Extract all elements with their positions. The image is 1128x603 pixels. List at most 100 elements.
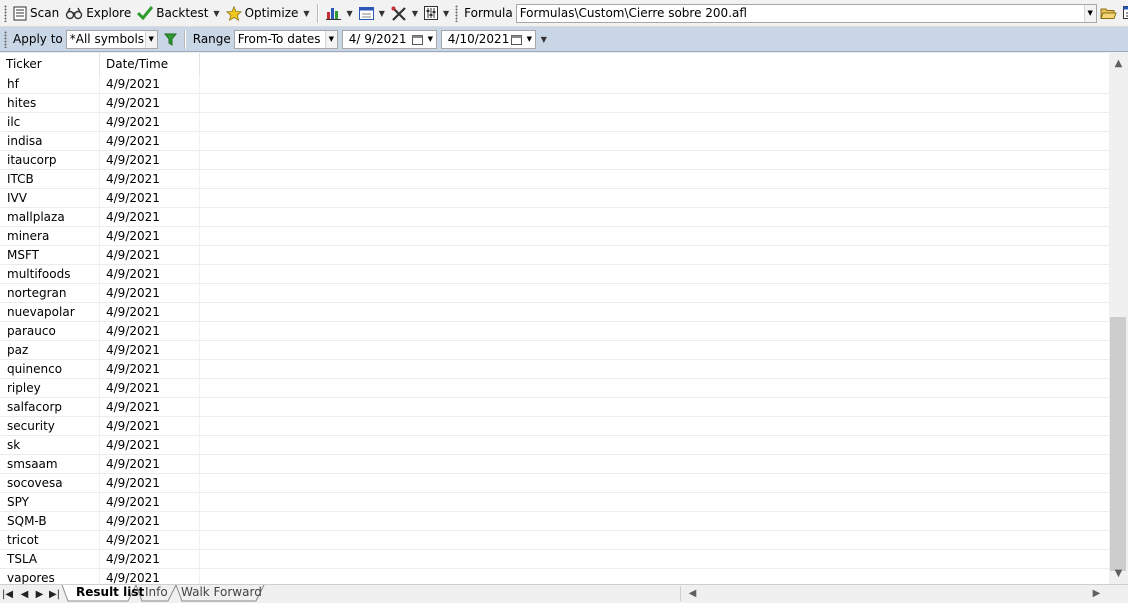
table-row[interactable]: tricot 4/9/2021 (0, 531, 1109, 550)
table-row[interactable]: nortegran 4/9/2021 (0, 284, 1109, 303)
ticker-cell: hf (0, 75, 100, 93)
table-row[interactable]: hites 4/9/2021 (0, 94, 1109, 113)
calendar-icon[interactable] (510, 34, 522, 45)
table-row[interactable]: SQM-B 4/9/2021 (0, 512, 1109, 531)
tools-icon (391, 6, 406, 21)
table-row[interactable]: socovesa 4/9/2021 (0, 474, 1109, 493)
ticker-cell: minera (0, 227, 100, 245)
table-row[interactable]: itaucorp 4/9/2021 (0, 151, 1109, 170)
calendar-icon[interactable] (411, 34, 423, 45)
apply-to-select[interactable]: *All symbols ▼ (65, 29, 158, 49)
charts-dropdown-icon[interactable]: ▼ (347, 9, 353, 18)
first-tab-icon[interactable]: |◀ (1, 585, 14, 603)
chevron-down-icon[interactable]: ▼ (324, 30, 337, 48)
table-row[interactable]: hf 4/9/2021 (0, 75, 1109, 94)
table-row[interactable]: ITCB 4/9/2021 (0, 170, 1109, 189)
column-header-ticker[interactable]: Ticker (0, 53, 100, 75)
star-icon (225, 5, 242, 21)
ticker-cell: socovesa (0, 474, 100, 492)
backtest-dropdown-icon[interactable]: ▼ (213, 9, 219, 18)
range-value: From-To dates (237, 32, 321, 46)
chevron-down-icon[interactable]: ▼ (1083, 4, 1096, 22)
next-tab-icon[interactable]: ▶ (33, 585, 46, 603)
optimize-button[interactable]: Optimize ▼ (223, 2, 313, 24)
ticker-cell: SPY (0, 493, 100, 511)
optimize-dropdown-icon[interactable]: ▼ (303, 9, 309, 18)
table-row[interactable]: ilc 4/9/2021 (0, 113, 1109, 132)
to-date-picker[interactable]: 4/10/2021 ▼ (440, 29, 536, 49)
table-row[interactable]: mallplaza 4/9/2021 (0, 208, 1109, 227)
table-row[interactable]: nuevapolar 4/9/2021 (0, 303, 1109, 322)
scan-button[interactable]: Scan (10, 2, 62, 24)
scroll-right-icon[interactable]: ▶ (1087, 585, 1106, 601)
edit-formula-button[interactable] (1120, 2, 1128, 24)
column-header-datetime[interactable]: Date/Time (100, 53, 200, 75)
horizontal-scrollbar[interactable]: ◀ ▶ (680, 586, 1108, 601)
result-rows: hf 4/9/2021 hites 4/9/2021 ilc 4/9/2021 indisa… (0, 75, 1109, 584)
filter-button[interactable] (161, 28, 180, 50)
tab-walk-forward[interactable]: Walk Forward (177, 585, 266, 602)
formula-combo[interactable]: Formulas\Custom\Cierre sobre 200.afl ▼ (515, 3, 1097, 23)
scroll-down-icon[interactable]: ▼ (1109, 565, 1128, 582)
table-row[interactable]: quinenco 4/9/2021 (0, 360, 1109, 379)
datetime-cell: 4/9/2021 (100, 455, 200, 473)
charts-button[interactable]: ▼ (323, 2, 356, 24)
table-row[interactable]: TSLA 4/9/2021 (0, 550, 1109, 569)
chevron-down-icon[interactable]: ▼ (144, 30, 157, 48)
datetime-cell: 4/9/2021 (100, 322, 200, 340)
scroll-left-icon[interactable]: ◀ (683, 585, 702, 601)
range-select[interactable]: From-To dates ▼ (233, 29, 338, 49)
open-formula-button[interactable] (1097, 2, 1120, 24)
chevron-down-icon[interactable]: ▼ (424, 30, 436, 48)
toolbar-grip[interactable] (4, 4, 7, 22)
table-row[interactable]: vapores 4/9/2021 (0, 569, 1109, 584)
ticker-cell: MSFT (0, 246, 100, 264)
apply-to-label: Apply to (13, 32, 63, 46)
datetime-cell: 4/9/2021 (100, 189, 200, 207)
to-date-value: 4/10/2021 (447, 32, 510, 46)
chevron-down-icon[interactable]: ▼ (523, 30, 535, 48)
table-row[interactable]: smsaam 4/9/2021 (0, 455, 1109, 474)
backtest-button[interactable]: Backtest ▼ (134, 2, 222, 24)
from-date-picker[interactable]: 4/ 9/2021 ▼ (341, 29, 437, 49)
table-row[interactable]: minera 4/9/2021 (0, 227, 1109, 246)
table-row[interactable]: multifoods 4/9/2021 (0, 265, 1109, 284)
tab-info[interactable]: Info (141, 585, 172, 602)
table-row[interactable]: salfacorp 4/9/2021 (0, 398, 1109, 417)
filter-toolbar-grip[interactable] (4, 30, 7, 48)
vertical-scrollbar[interactable]: ▲ ▼ (1109, 53, 1128, 584)
parameters-button[interactable] (421, 2, 441, 24)
datetime-cell: 4/9/2021 (100, 151, 200, 169)
scrollbar-thumb[interactable] (1110, 317, 1126, 571)
toolbar-overflow-icon[interactable]: ▼ (443, 9, 449, 18)
prev-tab-icon[interactable]: ◀ (18, 585, 31, 603)
table-row[interactable]: MSFT 4/9/2021 (0, 246, 1109, 265)
table-row[interactable]: security 4/9/2021 (0, 417, 1109, 436)
table-row[interactable]: paz 4/9/2021 (0, 341, 1109, 360)
table-row[interactable]: SPY 4/9/2021 (0, 493, 1109, 512)
ticker-cell: ilc (0, 113, 100, 131)
tab-result-list[interactable]: Result list (72, 585, 148, 602)
folder-open-icon (1099, 8, 1117, 19)
table-row[interactable]: indisa 4/9/2021 (0, 132, 1109, 151)
sheet-tab-bar: |◀ ◀ ▶ ▶| Result list Info Walk Forward … (0, 584, 1128, 603)
datetime-cell: 4/9/2021 (100, 284, 200, 302)
report-button[interactable]: ▼ (356, 2, 388, 24)
table-row[interactable]: ripley 4/9/2021 (0, 379, 1109, 398)
explore-button[interactable]: Explore (62, 2, 134, 24)
scroll-up-icon[interactable]: ▲ (1109, 55, 1128, 72)
datetime-cell: 4/9/2021 (100, 569, 200, 584)
tools-dropdown-icon[interactable]: ▼ (412, 9, 418, 18)
formula-toolbar-grip[interactable] (455, 4, 459, 22)
datetime-cell: 4/9/2021 (100, 246, 200, 264)
table-row[interactable]: parauco 4/9/2021 (0, 322, 1109, 341)
table-row[interactable]: sk 4/9/2021 (0, 436, 1109, 455)
table-row[interactable]: IVV 4/9/2021 (0, 189, 1109, 208)
datetime-cell: 4/9/2021 (100, 417, 200, 435)
filter-toolbar-overflow-icon[interactable]: ▼ (541, 35, 547, 44)
report-dropdown-icon[interactable]: ▼ (379, 9, 385, 18)
range-label: Range (192, 32, 231, 46)
tools-button[interactable]: ▼ (388, 2, 421, 24)
datetime-cell: 4/9/2021 (100, 436, 200, 454)
ticker-cell: ITCB (0, 170, 100, 188)
